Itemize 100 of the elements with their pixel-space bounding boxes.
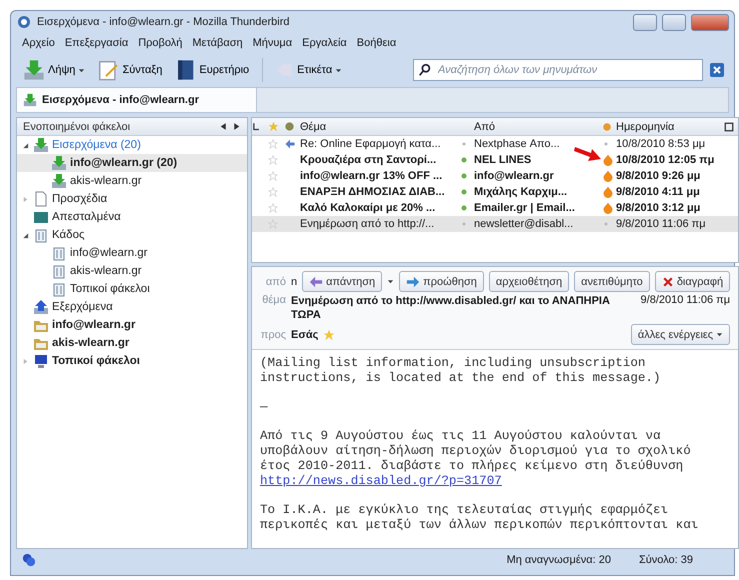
sender-cell-text: NEL LINES <box>474 154 532 166</box>
unread-dot-icon <box>460 172 468 180</box>
sender-cell-text: Emailer.gr | Email... <box>474 202 576 214</box>
folder-item[interactable]: akis-wlearn.gr <box>70 175 142 187</box>
caret-icon <box>78 66 86 74</box>
caret-icon <box>716 331 724 338</box>
folder-item[interactable]: Τοπικοί φάκελοι <box>52 355 140 367</box>
menu-item[interactable]: Μετάβαση <box>192 37 243 49</box>
unread-dot-icon <box>460 188 468 196</box>
menu-item[interactable]: Εργαλεία <box>302 37 347 49</box>
star-icon <box>268 219 278 229</box>
folder-item[interactable]: akis-wlearn.gr <box>70 265 142 277</box>
action-button[interactable]: απάντηση <box>302 271 382 292</box>
unread-dot-icon <box>460 204 468 212</box>
expanded-icon <box>22 232 29 238</box>
message-subject: Ενημέρωση από το http://www.disabled.gr/ και το ΑΝΑΠΗΡΙΑ ΤΩΡΑ <box>291 294 611 322</box>
more-actions-button[interactable]: άλλες ενέργειες <box>630 324 730 345</box>
pencil-icon <box>97 59 120 81</box>
reply-icon <box>309 274 324 288</box>
menu-item[interactable]: Βοήθεια <box>356 37 396 49</box>
message-row[interactable]: Ενημέρωση από το http://... newsletter@disabl... 9/8/2010 11:06 πμ <box>252 216 738 232</box>
unread-count: Μη αναγνωσμένα: 20 <box>506 554 611 566</box>
dot-icon <box>602 220 610 228</box>
menu-item[interactable]: Προβολή <box>138 37 182 49</box>
flame-icon <box>602 170 614 182</box>
inbox-tray-icon <box>51 155 67 171</box>
star-icon <box>268 121 279 132</box>
read-dot-icon <box>460 140 468 148</box>
star-icon <box>268 171 278 181</box>
folder-item[interactable]: Κάδος <box>52 229 85 241</box>
trash-icon <box>33 227 49 243</box>
subject-cell-text: Ενημέρωση από το http://... <box>300 218 436 230</box>
download-icon <box>23 59 45 81</box>
folder-item[interactable]: info@wlearn.gr <box>52 319 136 331</box>
link[interactable]: http://news.disabled.gr/?p=31707 <box>260 474 730 489</box>
sender-name: n <box>291 276 298 288</box>
reply-arrow-icon <box>284 138 296 150</box>
folder-item[interactable]: info@wlearn.gr <box>70 247 148 259</box>
minimize-button[interactable] <box>633 14 657 30</box>
menu-item[interactable]: Επεξεργασία <box>64 37 128 49</box>
folder-pane-title: Ενοποιημένοι φάκελοι <box>23 120 132 132</box>
subject-label: θέμα <box>261 294 286 306</box>
close-button[interactable] <box>691 14 729 30</box>
toolbar-button[interactable]: Σύνταξη <box>94 57 166 83</box>
folder-item[interactable]: Τοπικοί φάκελοι <box>70 283 150 295</box>
column-header[interactable]: Θέμα <box>300 120 460 132</box>
unread-dot-icon <box>460 156 468 164</box>
star-icon <box>323 328 336 340</box>
toolbar-button[interactable]: Λήψη <box>20 57 88 83</box>
recipient-name: Εσάς <box>291 328 318 340</box>
read-dot-icon <box>460 220 468 228</box>
inbox-tray-icon <box>23 93 37 107</box>
maximize-button[interactable] <box>662 14 686 30</box>
app-icon <box>16 14 32 30</box>
date-cell-text: 10/8/2010 12:05 πμ <box>616 154 716 166</box>
folder-item[interactable]: Απεσταλμένα <box>52 211 121 223</box>
subject-cell-text: Re: Online Εφαρμογή κατα... <box>300 138 442 150</box>
star-icon <box>268 139 278 149</box>
folder-item[interactable]: Προσχέδια <box>52 193 108 205</box>
folder-item[interactable]: Εισερχόμενα (20) <box>52 139 141 151</box>
trash-icon <box>51 245 67 261</box>
date-cell-text: 9/8/2010 3:12 μμ <box>616 202 702 214</box>
body-paragraph: (Mailing list information, including unsubscription instructions, is located at the end of this message.) <box>260 356 662 386</box>
menu-item[interactable]: Μήνυμα <box>252 37 292 49</box>
tab[interactable]: Εισερχόμενα - info@wlearn.gr <box>17 88 257 112</box>
menu-item[interactable]: Αρχείο <box>22 37 55 49</box>
column-picker-icon <box>724 122 734 132</box>
star-icon <box>268 203 278 213</box>
clear-icon <box>709 62 725 78</box>
collapsed-icon <box>22 196 29 202</box>
subject-cell-text: Κρουαζιέρα στη Σαντορί... <box>300 154 438 166</box>
date-cell-text: 9/8/2010 9:26 μμ <box>616 170 702 182</box>
action-button[interactable]: προώθηση <box>399 271 484 292</box>
date-cell-text: 9/8/2010 4:11 μμ <box>616 186 701 198</box>
sender-cell-text: info@wlearn.gr <box>474 170 555 182</box>
arrow-icon <box>574 144 602 162</box>
action-button[interactable]: αρχειοθέτηση <box>488 271 570 292</box>
flame-icon <box>602 202 614 214</box>
to-label: προς <box>260 328 286 340</box>
action-button[interactable]: διαγραφή <box>654 271 730 292</box>
subject-cell-text: Καλό Καλοκαίρι με 20% ... <box>300 202 436 214</box>
collapsed-icon <box>22 358 29 364</box>
delete-icon <box>662 276 674 288</box>
caret-icon <box>335 66 342 74</box>
sender-cell-text: newsletter@disabl... <box>474 218 574 230</box>
subject-cell-text: ΕΝΑΡΞΗ ΔΗΜΟΣΙΑΣ ΔΙΑΒ... <box>300 186 446 198</box>
sender-cell-text: Μιχάλης Καρχιμ... <box>474 186 568 198</box>
toolbar-button[interactable]: Ετικέτα <box>273 59 346 81</box>
column-header[interactable]: Από <box>474 120 602 132</box>
folder-item[interactable]: Εξερχόμενα <box>52 301 113 313</box>
action-button[interactable]: ανεπιθύμητο <box>574 271 650 292</box>
star-icon <box>268 187 278 197</box>
search-icon <box>418 63 432 77</box>
star-icon <box>268 155 278 165</box>
folder-item[interactable]: akis-wlearn.gr <box>52 337 130 349</box>
window-title: Εισερχόμενα - info@wlearn.gr - Mozilla Thunderbird <box>37 16 291 28</box>
toolbar-button[interactable]: Ευρετήριο <box>171 57 252 83</box>
page-icon <box>33 191 49 207</box>
column-header[interactable]: Ημερομηνία <box>616 120 724 132</box>
flame-icon <box>602 186 614 198</box>
